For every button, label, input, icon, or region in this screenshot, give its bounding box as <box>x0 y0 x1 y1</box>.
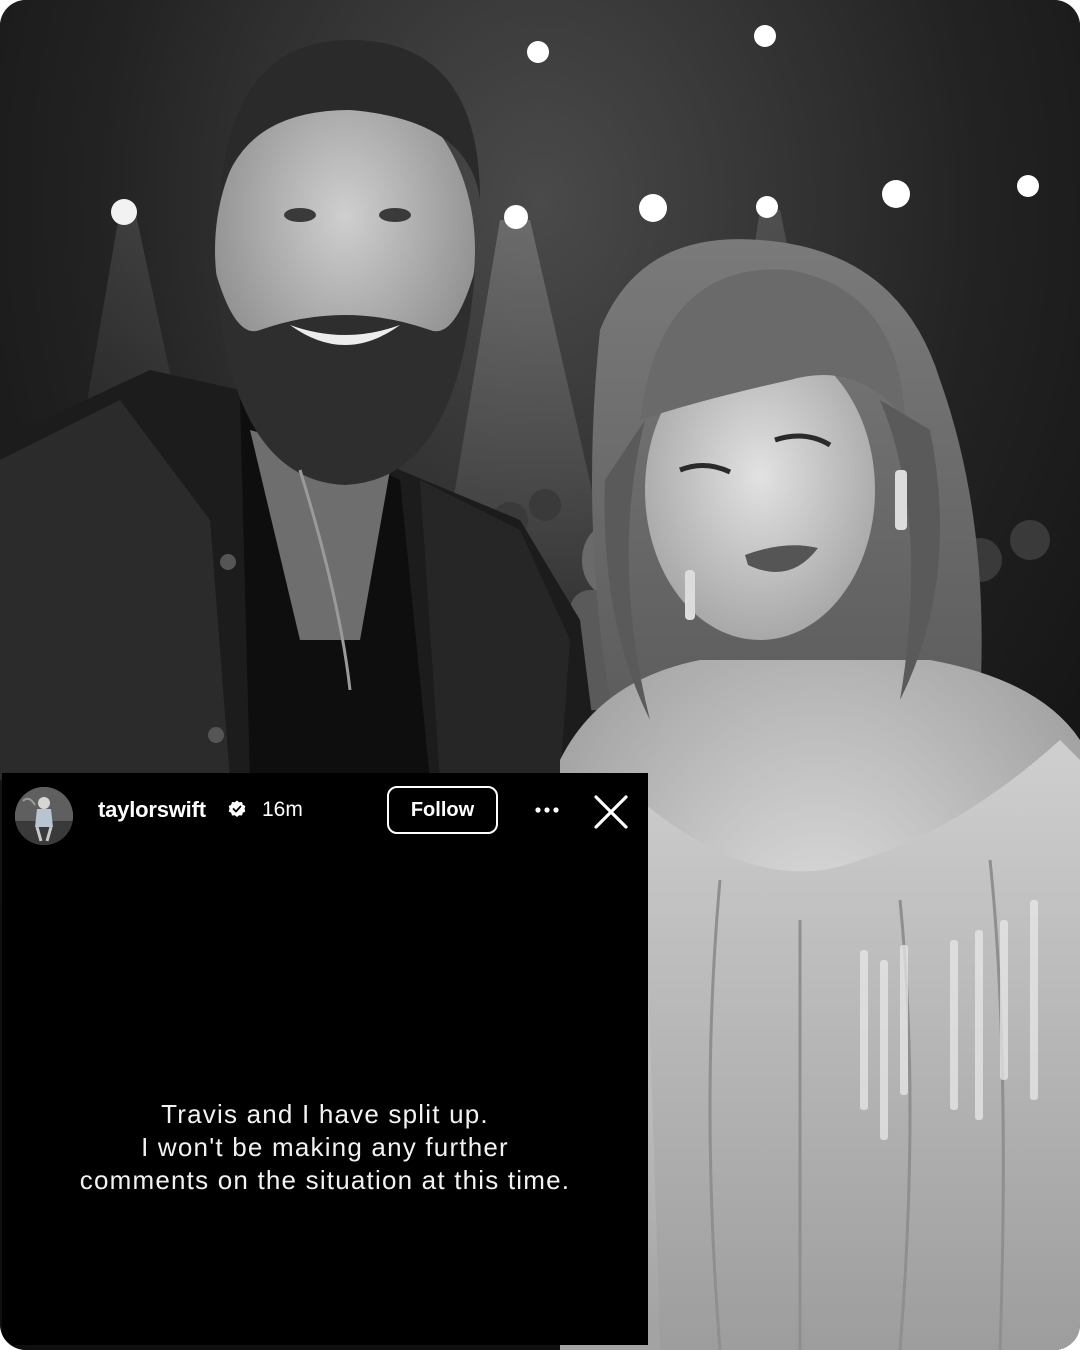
close-icon[interactable] <box>592 793 630 831</box>
username[interactable]: taylorswift <box>98 797 206 823</box>
story-message: Travis and I have split up. I won't be m… <box>2 1098 648 1197</box>
story-message-line: I won't be making any further <box>141 1132 509 1162</box>
verified-badge-icon <box>228 800 246 817</box>
story-message-line: Travis and I have split up. <box>161 1099 489 1129</box>
post-frame: taylorswift 16m Follow Travis and I have… <box>0 0 1080 1350</box>
story-message-line: comments on the situation at this time. <box>79 1165 571 1195</box>
follow-button[interactable]: Follow <box>387 786 498 834</box>
more-options-icon[interactable] <box>527 795 567 825</box>
post-time: 16m <box>262 798 303 821</box>
avatar[interactable] <box>15 787 73 845</box>
story-panel: taylorswift 16m Follow Travis and I have… <box>2 773 648 1345</box>
story-header: taylorswift 16m Follow <box>2 773 648 849</box>
